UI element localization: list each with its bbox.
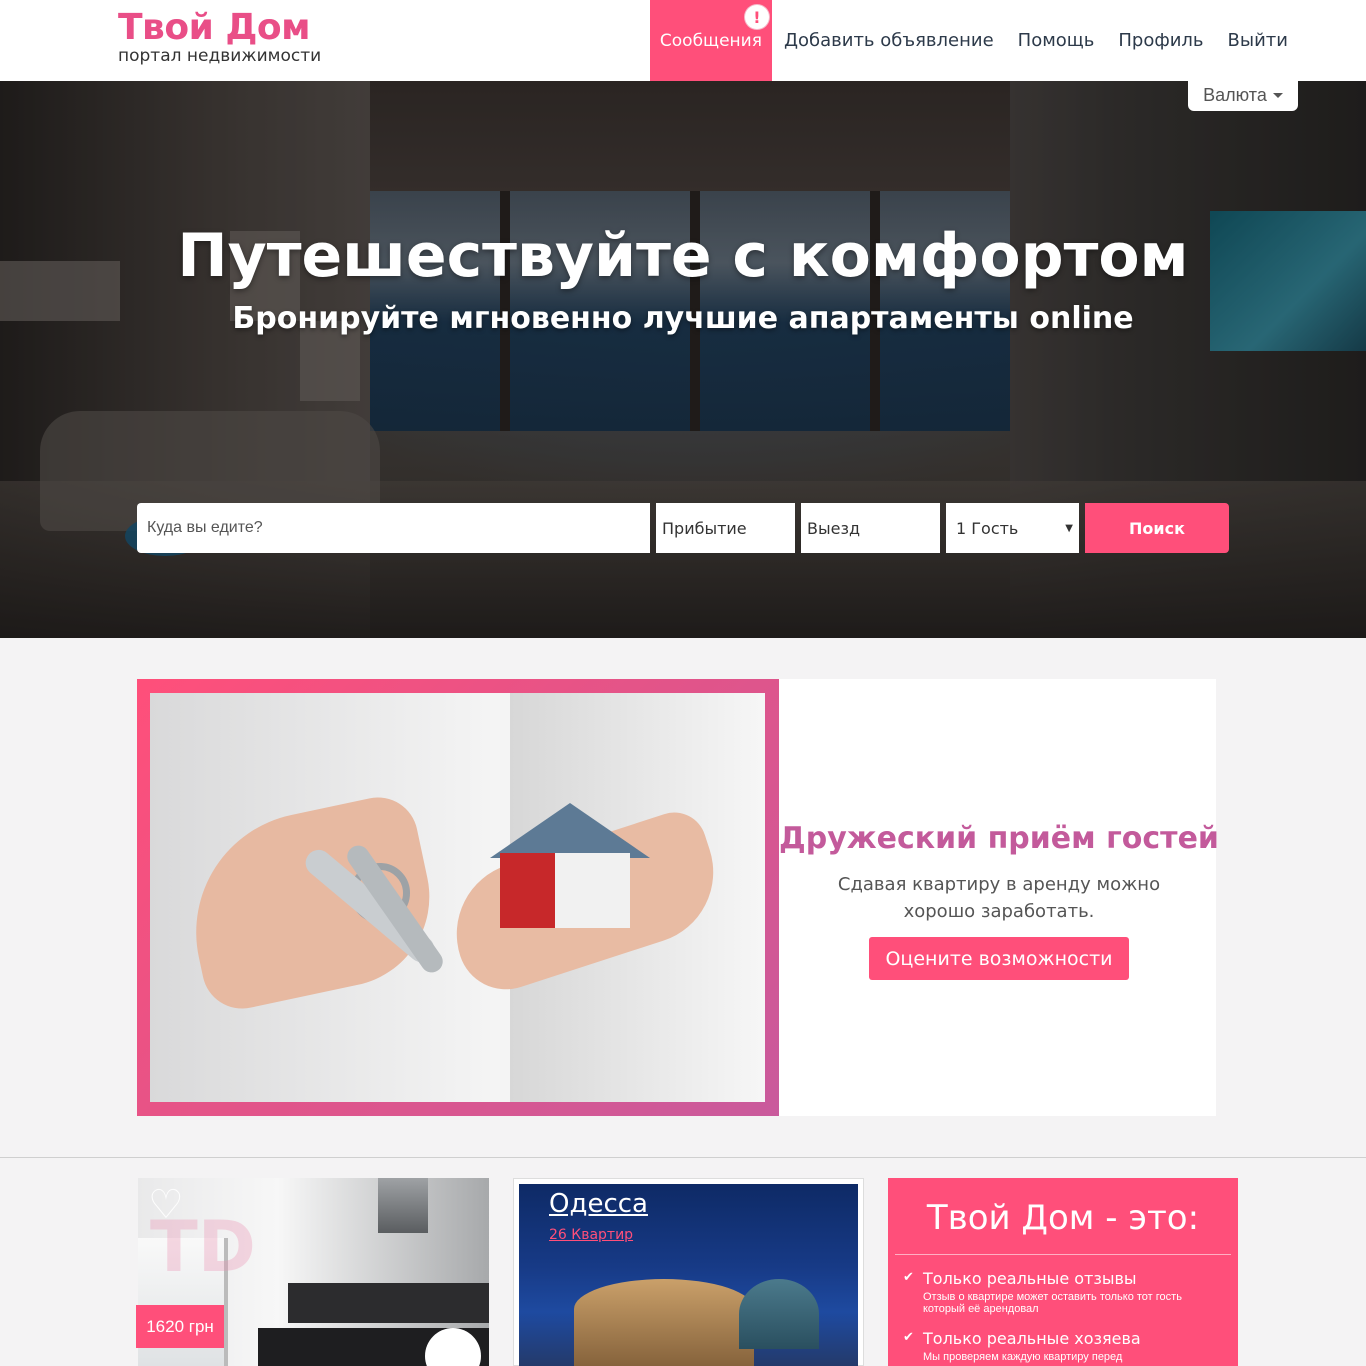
feature-title: Только реальные отзывы [923, 1269, 1137, 1288]
feature-item: ✔ Только реальные отзывы Отзыв о квартир… [893, 1269, 1233, 1315]
city-card[interactable]: Одесса 26 Квартир [513, 1178, 864, 1366]
hero-subtitle: Бронируйте мгновенно лучшие апартаменты … [232, 301, 1134, 336]
feature-title: Только реальные хозяева [923, 1329, 1141, 1348]
about-title: Твой Дом - это: [895, 1183, 1231, 1255]
nav-profile[interactable]: Профиль [1106, 0, 1215, 81]
search-button[interactable]: Поиск [1085, 503, 1229, 553]
price-badge: 1620 грн [136, 1305, 224, 1348]
promo-section: Дружеский приём гостей Сдавая квартиру в… [137, 679, 1219, 1116]
nav-messages[interactable]: Сообщения ! [649, 0, 772, 81]
listing-photo-hood [378, 1178, 428, 1233]
nav-logout[interactable]: Выйти [1216, 0, 1300, 81]
heart-icon[interactable]: ♡ [148, 1183, 184, 1227]
logo-subtitle: портал недвижимости [118, 46, 322, 66]
feature-item: ✔ Только реальные хозяева Мы проверяем к… [893, 1329, 1233, 1363]
logo[interactable]: Твой Дом портал недвижимости [118, 7, 322, 67]
promo-image-house [460, 803, 650, 928]
feature-description: Отзыв о квартире может оставить только т… [923, 1291, 1182, 1315]
main-nav: Сообщения ! Добавить объявление Помощь П… [649, 0, 1300, 81]
arrival-date-field[interactable]: Прибытие [656, 503, 795, 553]
currency-label: Валюта [1203, 85, 1267, 105]
select-arrow-icon: ▼ [1065, 522, 1073, 534]
nav-messages-label: Сообщения [659, 30, 762, 51]
city-name-link[interactable]: Одесса [549, 1189, 648, 1219]
promo-title: Дружеский приём гостей [779, 821, 1219, 856]
promo-image-roof [490, 803, 650, 858]
promo-image-frame [137, 679, 779, 1116]
hero-title: Путешествуйте с комфортом [177, 221, 1189, 291]
hero-banner: Путешествуйте с комфортом Бронируйте мгн… [0, 81, 1366, 638]
city-count-link[interactable]: 26 Квартир [549, 1227, 633, 1243]
departure-date-field[interactable]: Выезд [801, 503, 940, 553]
feature-description: Мы проверяем каждую квартиру перед [923, 1351, 1123, 1363]
about-card: Твой Дом - это: ✔ Только реальные отзывы… [888, 1178, 1238, 1366]
city-photo: Одесса 26 Квартир [519, 1184, 858, 1366]
nav-help[interactable]: Помощь [1006, 0, 1107, 81]
alert-icon: ! [744, 5, 769, 29]
section-divider [0, 1157, 1366, 1158]
check-icon: ✔ [903, 1330, 914, 1345]
promo-image [150, 693, 765, 1102]
nav-add-listing[interactable]: Добавить объявление [772, 0, 1006, 81]
check-icon: ✔ [903, 1270, 914, 1285]
hero-overlay [0, 81, 1366, 638]
listing-photo-shelf [288, 1283, 489, 1323]
destination-input[interactable]: Куда вы едите? [137, 503, 650, 553]
guests-value: 1 Гость [956, 518, 1019, 538]
promo-description: Сдавая квартиру в аренду можно хорошо за… [837, 874, 1161, 922]
city-photo-dome [739, 1279, 819, 1349]
explore-button[interactable]: Оцените возможности [869, 937, 1129, 980]
site-header: Твой Дом портал недвижимости Сообщения !… [0, 0, 1366, 81]
city-photo-building [574, 1279, 754, 1366]
currency-dropdown[interactable]: Валюта [1188, 80, 1298, 111]
promo-image-wall [500, 853, 630, 928]
promo-text-block: Дружеский приём гостей Сдавая квартиру в… [779, 819, 1219, 980]
logo-title: Твой Дом [118, 7, 311, 48]
caret-down-icon [1272, 93, 1283, 98]
guests-select[interactable]: 1 Гость ▼ [946, 503, 1079, 553]
